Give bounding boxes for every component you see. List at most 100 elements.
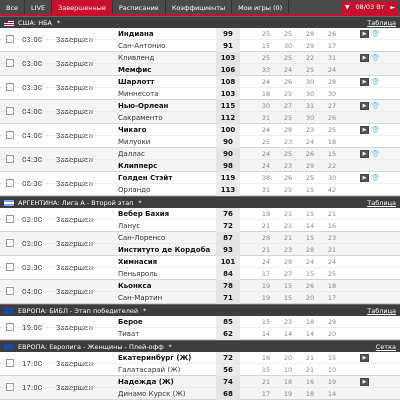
away-line: Миннесота 103 18 25 30 30 [0,88,400,100]
flag-icon [4,19,14,26]
lineup-shirt-icon[interactable]: 👕 [371,78,380,86]
away-score: 112 [220,114,236,122]
home-quarter-1: 28 [261,234,271,242]
away-quarter-4: 30 [327,90,337,98]
tab-1[interactable]: LIVE [25,0,53,14]
tv-icon[interactable]: ▶ [360,54,369,62]
match-row[interactable]: 04:00 Завершен Нью-Орлеан 115 30 27 31 27 Сакрам… [0,100,400,124]
lineup-shirt-icon[interactable]: 👕 [371,150,380,158]
match-row[interactable]: 04:00 Завершен Чикаго 100 24 28 23 25 Милуоки 90 2… [0,124,400,148]
lineup-shirt-icon[interactable]: 👕 [371,174,380,182]
tv-icon[interactable]: ▶ [360,126,369,134]
tv-icon[interactable]: ▶ [360,78,369,86]
match-row[interactable]: 04:00 Завершен Кьонкса 78 19 15 26 18 Сан-Мартин… [0,280,400,304]
lineup-shirt-icon[interactable]: 👕 [371,126,380,134]
away-team: Сакраменто [118,114,163,122]
tv-icon[interactable]: ▶ [360,102,369,110]
match-row[interactable]: 04:30 Завершен Даллас 90 24 25 26 15 Клипперс 98 2… [0,148,400,172]
pin-icon[interactable]: ✦ [137,199,142,206]
flag-icon [4,307,14,314]
tab-3[interactable]: Расписание [113,0,166,14]
match-row[interactable]: 03:30 Завершен Химнасия 101 24 29 24 24 Пеньярол… [0,256,400,280]
tv-icon[interactable]: ▶ [360,378,369,386]
away-quarter-4: 14 [327,390,337,398]
home-score: 108 [220,78,236,86]
home-quarter-3: 25 [305,174,315,182]
match-row[interactable]: 03:00 Завершен Кливленд 103 25 25 22 31 Мемфис 10… [0,52,400,76]
away-score: 72 [223,222,233,230]
away-quarter-3: 28 [305,246,315,254]
league-table-link[interactable]: Таблица [367,307,396,315]
match-row[interactable]: 03:30 Завершен Шарлотт 108 24 26 30 28 Миннесота… [0,76,400,100]
away-quarter-2: 27 [283,270,293,278]
match-row[interactable]: 03:00 Завершен Индиана 99 25 25 28 26 Сан-Антони… [0,28,400,52]
home-quarter-3: 18 [305,318,315,326]
home-score: 87 [223,234,233,242]
home-line: Надежда (Ж) 74 21 18 16 19 [0,376,400,388]
away-quarter-3: 14 [305,222,315,230]
tab-4[interactable]: Коэффициенты [166,0,233,14]
pin-icon[interactable]: ✦ [56,19,61,26]
home-quarter-1: 38 [261,174,271,182]
match-icons: ▶ 👕 [360,126,380,134]
home-team: Индиана [118,30,154,38]
home-score: 103 [220,54,236,62]
home-team: Химнасия [118,258,158,266]
tab-5[interactable]: Мои игры (0) [232,0,290,14]
home-quarter-3: 16 [305,378,315,386]
match-row[interactable]: 19:00 Завершен Берое 85 15 23 18 29 Тиват 62 14 14 1… [0,316,400,340]
home-quarter-4: 26 [327,30,337,38]
home-team: Даллас [118,150,145,158]
home-quarter-4: 25 [327,126,337,134]
away-score: 103 [220,90,236,98]
home-quarter-1: 21 [261,378,271,386]
match-row[interactable]: 17:00 Завершен Надежда (Ж) 74 21 18 16 19 Динамо… [0,376,400,400]
tv-icon[interactable]: ▶ [360,150,369,158]
match-row[interactable]: 03:00 Завершен Вебер Бахия 76 19 21 15 21 Ланус 7… [0,208,400,232]
home-quarter-4: 27 [327,102,337,110]
date-selector[interactable]: ▼ 08/03 Вт ► [342,1,398,14]
away-quarter-1: 15 [261,42,271,50]
home-quarter-3: 15 [305,234,315,242]
home-line: Голден Стэйт 119 38 26 25 30 [0,172,400,184]
lineup-shirt-icon[interactable]: 👕 [371,102,380,110]
league-table-link[interactable]: Таблица [367,19,396,27]
match-row[interactable]: 03:00 Завершен Сан-Лоренсо 87 28 21 15 23 Инстит… [0,232,400,256]
away-quarter-4: 18 [327,138,337,146]
away-team: Клипперс [118,162,158,170]
lineup-shirt-icon[interactable]: 👕 [371,54,380,62]
away-score: 56 [223,366,233,374]
tab-2[interactable]: Завершенные [52,0,113,14]
tv-icon[interactable]: ▶ [360,30,369,38]
tv-icon[interactable]: ▶ [360,174,369,182]
home-quarter-2: 15 [283,282,293,290]
home-line: Берое 85 15 23 18 29 [0,316,400,328]
match-icons: ▶ [360,354,369,362]
away-quarter-2: 23 [283,246,293,254]
away-score: 90 [223,138,233,146]
away-quarter-4: 24 [327,66,337,74]
match-row[interactable]: 17:00 Завершен Екатеринбург (Ж) 72 16 20 21 15 Г… [0,352,400,376]
pin-icon[interactable]: ✦ [142,307,147,314]
league-table-link[interactable]: Сетка [376,343,396,351]
pin-icon[interactable]: ✦ [168,343,173,350]
league-header: АРГЕНТИНА: Лига А - Второй этап ✦ Таблица [0,196,400,208]
away-team: Милуоки [118,138,151,146]
away-quarter-1: 21 [261,246,271,254]
away-quarter-3: 30 [305,90,315,98]
league-title: США: НБА [18,18,52,27]
home-quarter-3: 30 [305,78,315,86]
home-team: Кьонкса [118,282,152,290]
lineup-shirt-icon[interactable]: 👕 [371,30,380,38]
league-table-link[interactable]: Таблица [367,199,396,207]
away-line: Милуоки 90 25 23 24 18 [0,136,400,148]
away-line: Сакраменто 112 31 25 30 26 [0,112,400,124]
away-quarter-3: 21 [305,366,315,374]
match-row[interactable]: 06:30 Завершен Голден Стэйт 119 38 26 25 30 Орла… [0,172,400,196]
tab-0[interactable]: Все [0,0,26,14]
home-quarter-2: 29 [283,258,293,266]
tv-icon[interactable]: ▶ [360,354,369,362]
home-score: 85 [223,318,233,326]
away-line: Институто де Кордоба 93 21 23 28 21 [0,244,400,256]
home-quarter-2: 21 [283,234,293,242]
